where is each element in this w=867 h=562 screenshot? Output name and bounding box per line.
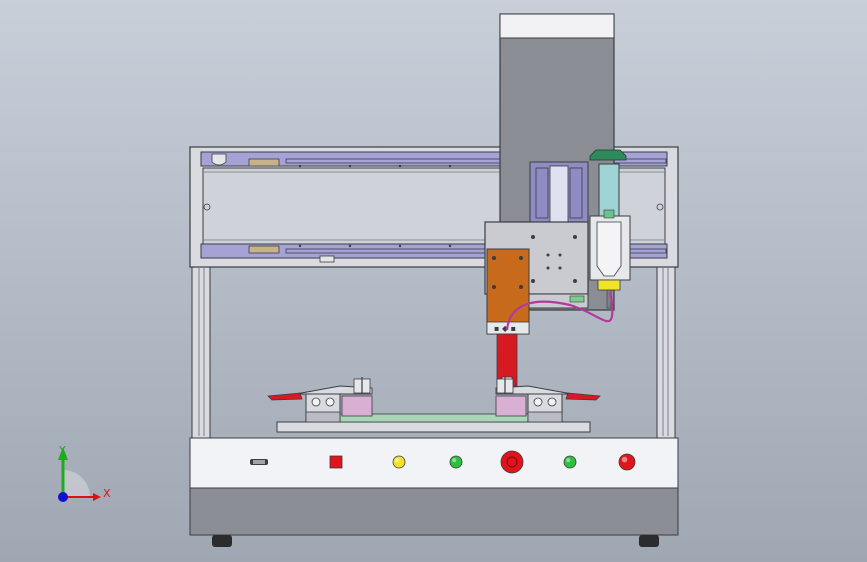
x-axis-label: X xyxy=(103,487,111,500)
z-axis-dot xyxy=(58,492,68,502)
top-end-bracket xyxy=(211,153,227,166)
start-button[interactable] xyxy=(563,455,577,469)
left-foot xyxy=(212,535,232,547)
right-foot xyxy=(639,535,659,547)
control-panel xyxy=(189,437,679,489)
left-screw-icon xyxy=(203,203,211,211)
column-cap xyxy=(499,13,615,39)
needle-hub xyxy=(597,279,621,291)
syringe-lower-barrel xyxy=(596,221,622,277)
yellow-indicator-button[interactable] xyxy=(392,455,406,469)
display-window-icon xyxy=(250,459,268,465)
stop-button[interactable] xyxy=(329,455,343,469)
green-indicator-button[interactable] xyxy=(449,455,463,469)
y-axis-label: Y xyxy=(58,444,66,457)
syringe-cap xyxy=(589,149,627,161)
dispensing-machine-drawing: ▪ ◆ ▪ Y X xyxy=(0,0,867,562)
reset-button[interactable] xyxy=(618,453,636,471)
table-plate xyxy=(276,421,591,433)
right-upright xyxy=(656,265,676,439)
small-tab xyxy=(319,255,335,263)
carriage-green-tab xyxy=(569,295,585,303)
svg-text:▪ ◆ ▪: ▪ ◆ ▪ xyxy=(494,324,516,333)
right-screw-icon xyxy=(656,203,664,211)
right-pink-block xyxy=(495,395,527,417)
base-body xyxy=(189,487,679,536)
emergency-stop-button[interactable] xyxy=(500,450,524,474)
top-end-stop xyxy=(248,158,280,167)
left-upright xyxy=(191,265,211,439)
bottom-end-stop xyxy=(248,245,280,254)
left-pink-block xyxy=(341,395,373,417)
